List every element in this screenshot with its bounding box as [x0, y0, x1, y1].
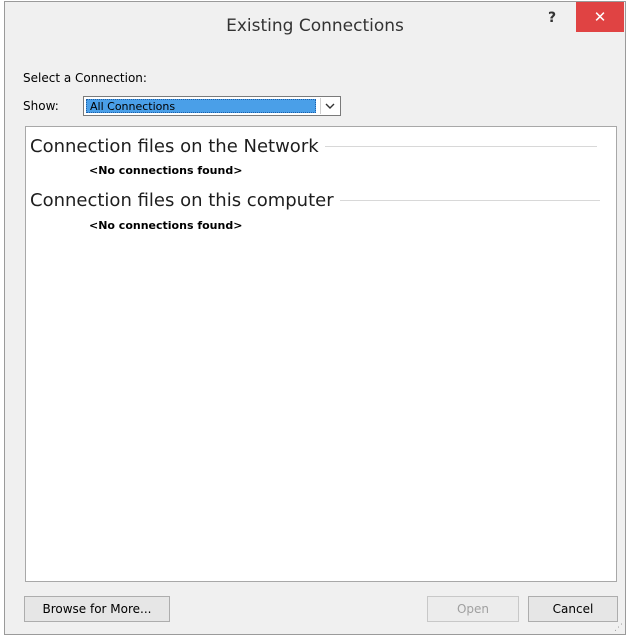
close-icon: ✕	[593, 8, 607, 26]
close-button[interactable]: ✕	[576, 2, 624, 32]
group-header-network: Connection files on the Network	[30, 136, 614, 157]
no-connections-computer: <No connections found>	[89, 219, 243, 232]
chevron-down-icon[interactable]	[320, 98, 339, 114]
no-connections-network: <No connections found>	[89, 164, 243, 177]
group-divider	[339, 200, 600, 201]
title-bar: Existing Connections ? ✕	[5, 2, 625, 54]
show-label: Show:	[23, 99, 59, 113]
connections-list[interactable]: Connection files on the Network <No conn…	[25, 126, 617, 582]
help-button[interactable]: ?	[539, 4, 565, 32]
cancel-button[interactable]: Cancel	[528, 596, 618, 622]
show-dropdown-value: All Connections	[86, 99, 316, 113]
existing-connections-dialog: Existing Connections ? ✕ Select a Connec…	[4, 1, 626, 635]
window-title: Existing Connections	[226, 16, 404, 36]
resize-grip-icon[interactable]: ⋰	[614, 624, 623, 633]
group-header-computer: Connection files on this computer	[30, 190, 614, 211]
open-button[interactable]: Open	[427, 596, 519, 622]
browse-for-more-button[interactable]: Browse for More...	[24, 596, 170, 622]
group-divider	[324, 146, 597, 147]
show-dropdown[interactable]: All Connections	[83, 96, 341, 116]
select-connection-label: Select a Connection:	[23, 71, 147, 85]
